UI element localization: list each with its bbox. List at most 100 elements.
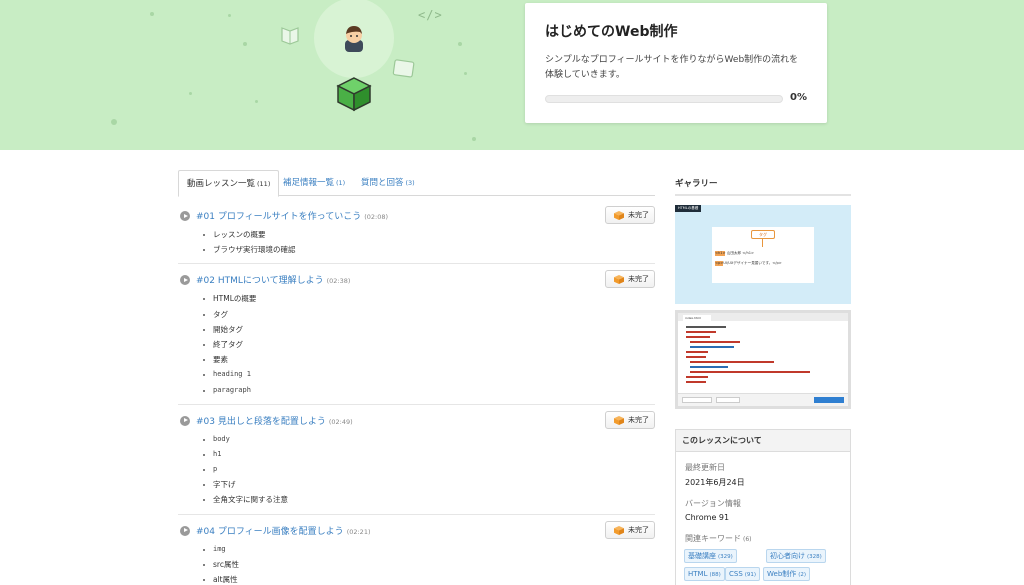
keyword-count: (2): [798, 572, 807, 578]
tag-box: タグ: [751, 230, 775, 239]
book-icon: [281, 27, 299, 45]
code-line: [690, 346, 734, 348]
play-circle-icon[interactable]: [180, 525, 190, 536]
decor-dot: [111, 119, 117, 125]
lesson-header: #04 プロフィール画像を配置しよう (02:21) 未完了: [178, 520, 655, 539]
course-summary-card: はじめてのWeb制作 シンプルなプロフィールサイトを作りながらWeb制作の流れを…: [525, 3, 827, 123]
play-circle-icon[interactable]: [180, 275, 190, 286]
completion-status-button[interactable]: 未完了: [605, 270, 655, 289]
tab-qa[interactable]: 質問と回答 (3): [353, 170, 423, 196]
keyword-label: Web制作: [767, 570, 797, 578]
topic-item: タグ: [178, 307, 655, 322]
lesson-duration: (02:08): [364, 213, 389, 221]
lesson-list: #01 プロフィールサイトを作っていこう (02:08) 未完了 レッスンの概要 ブラウ…: [178, 200, 655, 585]
editor-button: [682, 397, 712, 403]
keyword-tag[interactable]: CSS (91): [725, 567, 761, 581]
lesson-title[interactable]: #01 プロフィールサイトを作っていこう: [196, 212, 361, 222]
gallery-title: ギャラリー: [675, 179, 718, 189]
tab-video-lessons[interactable]: 動画レッスン一覧 (11): [178, 170, 280, 197]
lesson-duration: (02:38): [326, 277, 351, 286]
gallery-diagram: タグ <h1> 山田太郎 </h1> <p>UI/UXデザイナー見習いです。</…: [712, 227, 814, 283]
keyword-tag[interactable]: Web制作 (2): [763, 567, 811, 581]
keywords-count: (6): [743, 536, 752, 543]
version-label: バージョン情報: [685, 499, 741, 508]
play-circle-icon[interactable]: [180, 211, 190, 221]
keyword-count: (329): [718, 554, 733, 560]
keywords-label-text: 関連キーワード: [685, 534, 741, 543]
tab-supplement[interactable]: 補足情報一覧 (1): [275, 170, 353, 196]
code-line: [686, 356, 706, 358]
code-icon: </>: [418, 8, 443, 22]
topic-item: 要素: [178, 352, 655, 367]
lesson-title[interactable]: #02 HTMLについて理解しよう: [196, 276, 324, 286]
progress-percent: 0%: [790, 92, 807, 103]
course-title: はじめてのWeb制作: [545, 24, 678, 40]
code-line: [690, 361, 774, 363]
lesson-topics: body h1 p 字下げ 全角文字に関する注意: [178, 432, 655, 508]
decor-dot: [458, 42, 462, 46]
code-line: [686, 376, 708, 378]
keyword-count: (88): [709, 572, 721, 578]
play-circle-icon[interactable]: [180, 415, 190, 426]
progress-bar: [545, 95, 783, 103]
tab-count: (11): [257, 180, 271, 188]
decor-dot: [228, 14, 231, 17]
tab-label: 動画レッスン一覧: [187, 179, 256, 189]
gallery-image-editor[interactable]: index.html: [675, 310, 851, 409]
completion-status-button[interactable]: 未完了: [605, 206, 655, 224]
completion-status-button[interactable]: 未完了: [605, 410, 655, 429]
decor-dot: [472, 137, 476, 141]
keyword-tag[interactable]: 基礎講座 (329): [684, 549, 737, 563]
keyword-label: 初心者向け: [770, 552, 805, 560]
course-description: シンプルなプロフィールサイトを作りながらWeb制作の流れを体験していきます。: [545, 55, 799, 80]
hero-banner: </> はじめてのWeb制作 シンプルなプロフィールサイトを作りながらWeb制作…: [0, 0, 1024, 150]
topic-item: ブラウザ実行環境の確認: [178, 242, 655, 257]
completion-status-button[interactable]: 未完了: [605, 520, 655, 539]
connector-line: [762, 239, 763, 247]
topic-item: heading 1: [178, 367, 655, 382]
keyword-tag[interactable]: 初心者向け (328): [766, 549, 826, 563]
tab-label: 質問と回答: [361, 178, 404, 188]
code-line: [686, 351, 708, 353]
topic-item: p: [178, 462, 655, 477]
status-label: 未完了: [628, 275, 649, 284]
box-icon: [614, 275, 624, 285]
keyword-tag[interactable]: HTML (88): [684, 567, 725, 581]
code-line: [690, 341, 740, 343]
editor-button: [716, 397, 740, 403]
editor-tab: index.html: [683, 315, 711, 321]
code-line: [690, 366, 728, 368]
keyword-label: 基礎講座: [688, 552, 716, 560]
editor-tab-bar: index.html: [678, 313, 848, 321]
topic-item: 字下げ: [178, 477, 655, 492]
lesson-item: #01 プロフィールサイトを作っていこう (02:08) 未完了レッスンの概要 ブラウ…: [178, 200, 655, 265]
lesson-title[interactable]: #03 見出しと段落を配置しよう: [196, 417, 326, 427]
updated-value: 2021年6月24日: [685, 478, 745, 487]
tab-count: (1): [336, 179, 346, 187]
topic-item: HTMLの概要: [178, 291, 655, 306]
lesson-title-link[interactable]: #03 見出しと段落を配置しよう (02:49): [196, 414, 353, 427]
diagram-line-2: <p>UI/UXデザイナー見習いです。</p>: [715, 261, 782, 265]
keyword-label: HTML: [688, 570, 708, 578]
status-label: 未完了: [628, 211, 649, 219]
keyword-count: (91): [744, 572, 757, 578]
code-line: [686, 326, 726, 328]
tab-label: 補足情報一覧: [283, 178, 335, 188]
lesson-title-link[interactable]: #01 プロフィールサイトを作っていこう (02:08): [196, 209, 388, 222]
updated-label: 最終更新日: [685, 463, 725, 472]
editor-window: index.html: [678, 313, 848, 393]
box-icon: [614, 415, 624, 425]
box-icon: [614, 525, 624, 535]
lesson-title-link[interactable]: #02 HTMLについて理解しよう (02:38): [196, 273, 350, 286]
code-line: [686, 336, 710, 338]
gallery-tag: HTMLの基礎: [675, 205, 702, 212]
decor-dot: [243, 42, 247, 46]
topic-item: img: [178, 542, 655, 557]
keyword-count: (328): [807, 554, 822, 560]
decor-dot: [189, 92, 192, 95]
gallery-image-html-basics[interactable]: HTMLの基礎 タグ <h1> 山田太郎 </h1> <p>UI/UXデザイナー…: [675, 205, 851, 304]
topic-item: レッスンの概要: [178, 227, 655, 242]
lesson-title[interactable]: #04 プロフィール画像を配置しよう: [196, 527, 344, 537]
diagram-line-1: <h1> 山田太郎 </h1>: [715, 251, 755, 255]
lesson-title-link[interactable]: #04 プロフィール画像を配置しよう (02:21): [196, 524, 371, 537]
